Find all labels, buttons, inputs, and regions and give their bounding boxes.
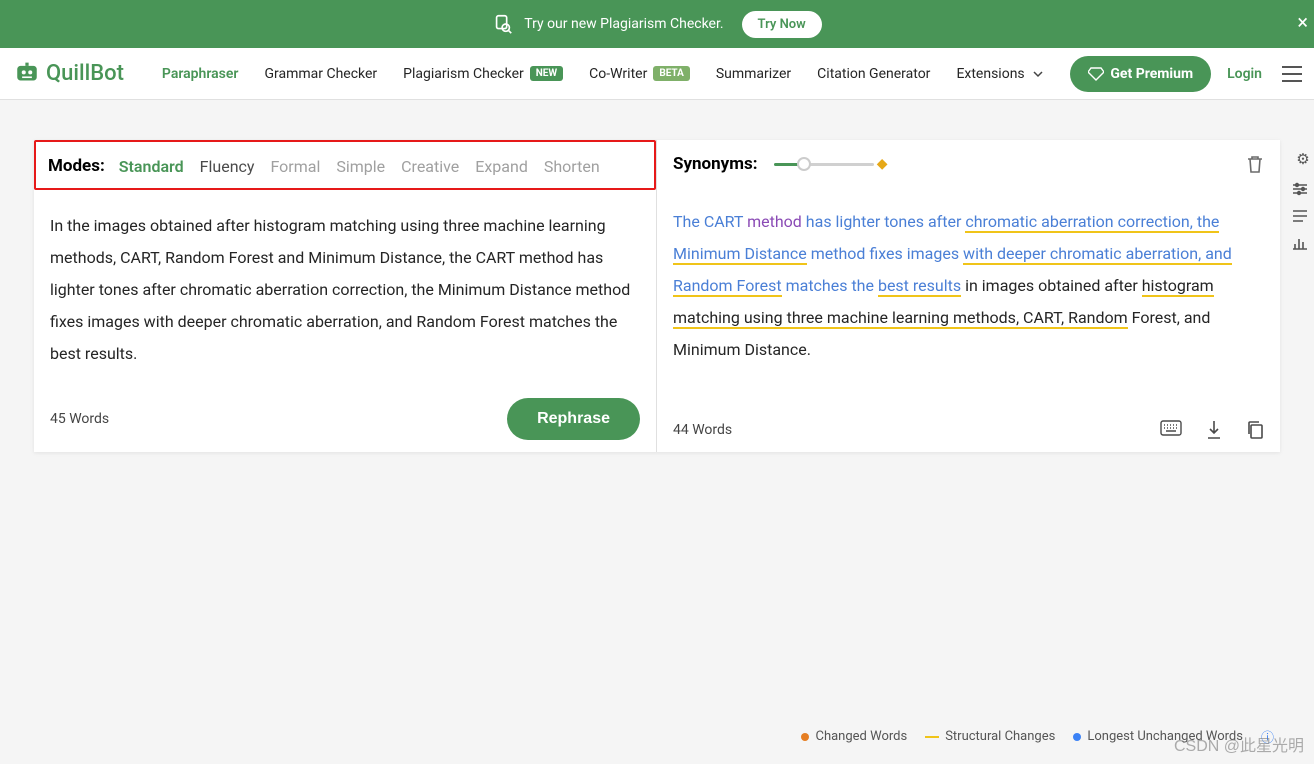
- logo-icon: [14, 61, 40, 87]
- side-tools: ⚙: [1292, 150, 1314, 250]
- slider-thumb[interactable]: [797, 157, 811, 171]
- nav-plagiarism-checker[interactable]: Plagiarism Checker NEW: [391, 62, 575, 86]
- list-icon[interactable]: [1292, 210, 1314, 222]
- nav-paraphraser[interactable]: Paraphraser: [150, 62, 251, 86]
- diamond-icon: ◆: [877, 156, 888, 172]
- output-text[interactable]: The CART method has lighter tones after …: [657, 186, 1280, 408]
- modes-bar: Modes: Standard Fluency Formal Simple Cr…: [34, 140, 656, 190]
- diamond-icon: [1088, 67, 1104, 81]
- banner-text: Try our new Plagiarism Checker.: [524, 16, 723, 32]
- synonyms-bar: Synonyms: ◆: [657, 140, 1280, 186]
- copy-icon[interactable]: [1246, 420, 1264, 440]
- mode-shorten[interactable]: Shorten: [544, 157, 600, 176]
- legend-changed: Changed Words: [801, 729, 907, 744]
- mode-formal[interactable]: Formal: [270, 157, 320, 176]
- main-nav: QuillBot Paraphraser Grammar Checker Pla…: [0, 48, 1314, 100]
- output-actions: [1160, 420, 1264, 440]
- close-icon[interactable]: ×: [1297, 10, 1308, 34]
- input-pane: Modes: Standard Fluency Formal Simple Cr…: [34, 140, 657, 452]
- download-icon[interactable]: [1206, 420, 1222, 440]
- mode-expand[interactable]: Expand: [475, 157, 528, 176]
- premium-label: Get Premium: [1110, 66, 1193, 82]
- input-bottom-bar: 45 Words Rephrase: [34, 386, 656, 452]
- nav-summarizer[interactable]: Summarizer: [704, 62, 803, 86]
- chevron-down-icon: [1033, 69, 1043, 79]
- mode-simple[interactable]: Simple: [336, 157, 385, 176]
- new-badge: NEW: [530, 66, 563, 81]
- try-now-button[interactable]: Try Now: [742, 11, 822, 38]
- beta-badge: BETA: [653, 66, 690, 81]
- watermark: CSDN @此星光明: [1174, 732, 1304, 756]
- logo-text: QuillBot: [46, 61, 124, 86]
- nav-label: Plagiarism Checker: [403, 66, 524, 82]
- gear-icon[interactable]: ⚙: [1292, 150, 1314, 168]
- get-premium-button[interactable]: Get Premium: [1070, 56, 1211, 92]
- mode-creative[interactable]: Creative: [401, 157, 459, 176]
- output-word-count: 44 Words: [673, 422, 732, 438]
- stats-icon[interactable]: [1292, 236, 1314, 250]
- logo[interactable]: QuillBot: [14, 61, 124, 87]
- nav-label: Co-Writer: [589, 66, 647, 82]
- rephrase-button[interactable]: Rephrase: [507, 398, 640, 440]
- keyboard-icon[interactable]: [1160, 420, 1182, 440]
- nav-co-writer[interactable]: Co-Writer BETA: [577, 62, 702, 86]
- modes-label: Modes:: [48, 156, 105, 176]
- trash-icon[interactable]: [1246, 154, 1264, 174]
- nav-links: Paraphraser Grammar Checker Plagiarism C…: [150, 62, 1070, 86]
- editor-area: Modes: Standard Fluency Formal Simple Cr…: [34, 140, 1280, 452]
- nav-citation-generator[interactable]: Citation Generator: [805, 62, 942, 86]
- legend-structural: Structural Changes: [925, 729, 1055, 744]
- menu-icon[interactable]: [1278, 62, 1306, 86]
- plagiarism-icon: [492, 13, 514, 35]
- tune-icon[interactable]: [1292, 182, 1314, 196]
- login-link[interactable]: Login: [1227, 66, 1262, 82]
- mode-standard[interactable]: Standard: [119, 157, 184, 176]
- input-word-count: 45 Words: [50, 411, 109, 427]
- synonyms-label: Synonyms:: [673, 154, 758, 174]
- synonyms-slider[interactable]: ◆: [774, 163, 874, 166]
- output-pane: Synonyms: ◆ The CART method has lighter …: [657, 140, 1280, 452]
- nav-extensions[interactable]: Extensions: [944, 62, 1054, 86]
- promo-banner: Try our new Plagiarism Checker. Try Now …: [0, 0, 1314, 48]
- nav-grammar-checker[interactable]: Grammar Checker: [252, 62, 389, 86]
- input-text[interactable]: In the images obtained after histogram m…: [34, 190, 656, 386]
- output-bottom-bar: 44 Words: [657, 408, 1280, 452]
- mode-fluency[interactable]: Fluency: [200, 157, 255, 176]
- nav-label: Extensions: [956, 66, 1024, 82]
